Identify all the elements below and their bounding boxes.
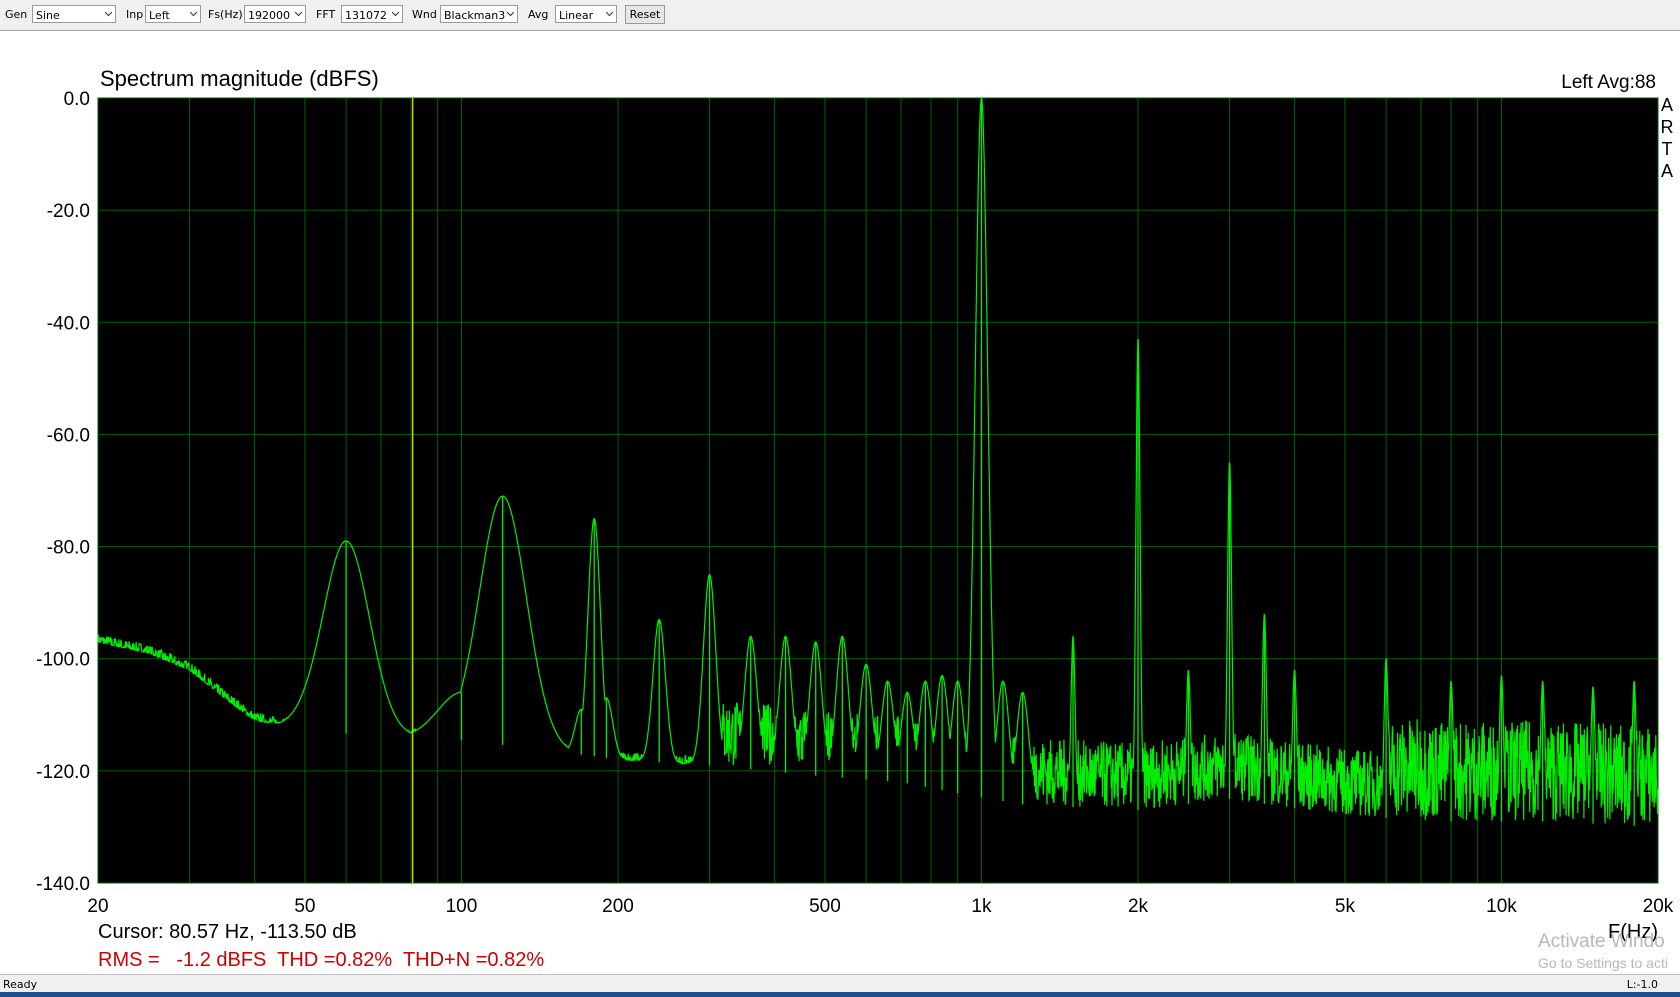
y-tick-label: -80.0	[47, 538, 90, 559]
inp-label: Inp	[126, 8, 144, 21]
x-axis-ticks: 20 50 100 200 500 1k 2k 5k 10k 20k	[87, 896, 1673, 917]
y-tick-label: -60.0	[47, 425, 90, 446]
x-tick-label: 200	[602, 896, 634, 917]
x-tick-label: 20	[87, 896, 108, 917]
measurement-readout: RMS = -1.2 dBFS THD =0.82% THD+N =0.82%	[98, 949, 544, 971]
generator-select[interactable]: Sine	[32, 5, 116, 23]
plot-panel: Spectrum magnitude (dBFS) Left Avg:88 A …	[0, 30, 1680, 975]
x-tick-label: 100	[446, 896, 478, 917]
activation-watermark-title: Activate Windo	[1538, 931, 1665, 952]
sample-rate-select-value: 192000	[248, 9, 290, 22]
cursor-readout: Cursor: 80.57 Hz, -113.50 dB	[98, 921, 357, 943]
chevron-down-icon	[507, 11, 514, 17]
wnd-label: Wnd	[412, 8, 437, 21]
x-tick-label: 1k	[971, 896, 992, 917]
chevron-down-icon	[105, 11, 112, 17]
generator-select-value: Sine	[36, 9, 60, 22]
fft-label: FFT	[316, 8, 336, 21]
averaging-select-value: Linear	[559, 9, 594, 22]
spectrum-chart[interactable]: Spectrum magnitude (dBFS) Left Avg:88 A …	[0, 31, 1680, 975]
x-tick-label: 2k	[1128, 896, 1149, 917]
arta-logo-letter: A	[1661, 95, 1673, 115]
chevron-down-icon	[392, 11, 399, 17]
x-tick-label: 10k	[1486, 896, 1517, 917]
y-tick-label: -20.0	[47, 201, 90, 222]
y-tick-label: -120.0	[36, 762, 90, 783]
y-tick-label: -40.0	[47, 313, 90, 334]
fft-size-select[interactable]: 131072	[341, 5, 403, 23]
y-tick-label: 0.0	[64, 89, 90, 110]
channel-avg-label: Left Avg:88	[1561, 72, 1656, 93]
sample-rate-select[interactable]: 192000	[244, 5, 306, 23]
chevron-down-icon	[606, 11, 613, 17]
status-bar: Ready L:-1.0	[0, 974, 1680, 993]
x-tick-label: 20k	[1643, 896, 1674, 917]
fft-size-select-value: 131072	[345, 9, 387, 22]
fs-label: Fs(Hz)	[208, 8, 243, 21]
input-select[interactable]: Left	[145, 5, 201, 23]
arta-logo-letter: T	[1662, 139, 1673, 159]
status-text: Ready	[3, 978, 38, 991]
x-tick-label: 500	[809, 896, 841, 917]
chevron-down-icon	[190, 11, 197, 17]
arta-logo-letter: A	[1661, 161, 1673, 181]
chevron-down-icon	[295, 11, 302, 17]
reset-button[interactable]: Reset	[625, 5, 665, 24]
level-readout: L:-1.0	[1626, 978, 1658, 991]
arta-logo-letter: R	[1661, 117, 1674, 137]
activation-watermark-subtitle: Go to Settings to acti	[1538, 955, 1668, 971]
y-tick-label: -140.0	[36, 874, 90, 895]
window-select[interactable]: Blackman3	[440, 5, 518, 23]
input-select-value: Left	[149, 9, 170, 22]
window-select-value: Blackman3	[444, 9, 506, 22]
x-tick-label: 5k	[1335, 896, 1356, 917]
taskbar-strip	[0, 992, 1680, 997]
y-axis-ticks: 0.0 -20.0 -40.0 -60.0 -80.0 -100.0 -120.0 -140.…	[36, 89, 90, 895]
averaging-select[interactable]: Linear	[555, 5, 617, 23]
chart-title: Spectrum magnitude (dBFS)	[100, 66, 379, 91]
avg-label: Avg	[528, 8, 549, 21]
x-tick-label: 50	[294, 896, 315, 917]
toolbar: Gen Sine Inp Left Fs(Hz) 192000 FFT 1310…	[0, 0, 1680, 31]
gen-label: Gen	[5, 8, 28, 21]
y-tick-label: -100.0	[36, 650, 90, 671]
plot-area[interactable]	[97, 97, 1659, 884]
